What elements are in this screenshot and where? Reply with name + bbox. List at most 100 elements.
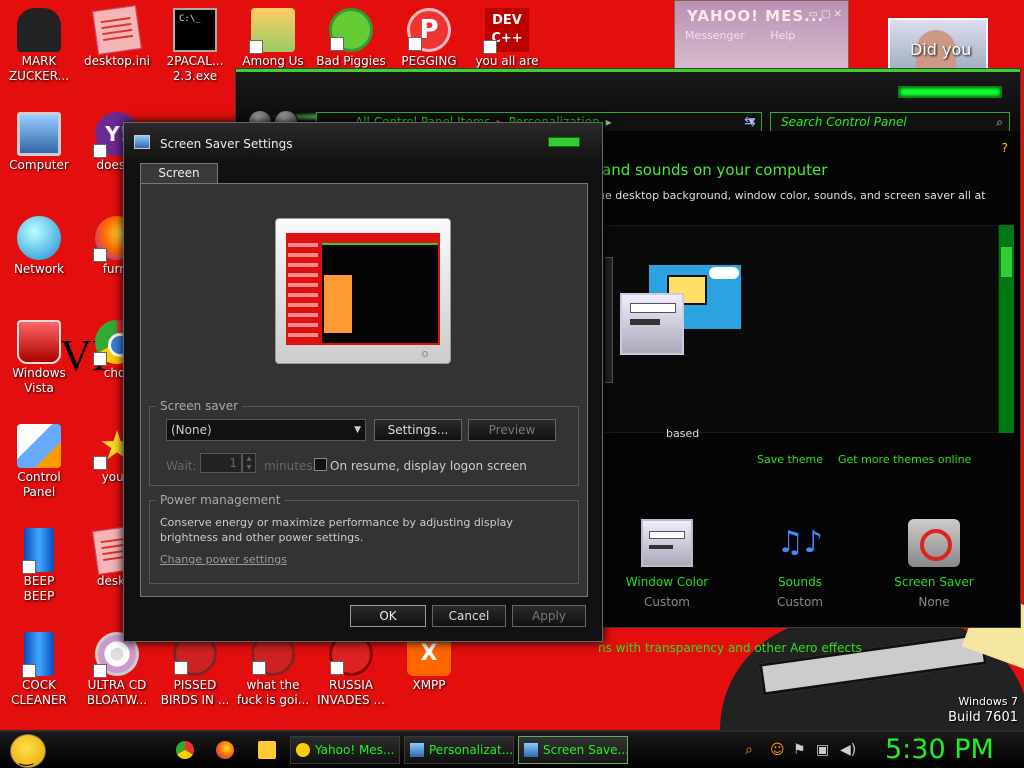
themes-scrollbar[interactable]: [998, 225, 1014, 433]
wait-label: Wait:: [166, 459, 197, 473]
menu-messenger[interactable]: Messenger: [685, 29, 745, 42]
aero-effects-link[interactable]: ns with transparency and other Aero effe…: [598, 641, 862, 655]
tab-screen-saver[interactable]: Screen Saver: [140, 163, 218, 198]
search-icon[interactable]: ⌕: [996, 113, 1003, 131]
selected-value: (None): [171, 423, 212, 437]
computer-icon: [17, 112, 61, 156]
close-button[interactable]: [548, 137, 580, 147]
yahoo-messenger-window[interactable]: YAHOO! MES... ▭ □ ✕ Messenger Help: [674, 0, 849, 72]
screen-saver-select[interactable]: (None) ▼: [166, 419, 366, 441]
scrollbar-thumb[interactable]: [1001, 247, 1012, 277]
yahoo-smiley-icon: [296, 743, 310, 757]
recycle-bin-icon: [17, 320, 61, 364]
theme-window-icon: [620, 293, 684, 355]
get-more-themes-link[interactable]: Get more themes online: [838, 453, 971, 466]
icon-label: Bad Piggies: [316, 54, 386, 68]
change-power-settings-link[interactable]: Change power settings: [160, 553, 287, 566]
cancel-button[interactable]: Cancel: [432, 605, 506, 627]
network-icon[interactable]: ▣: [816, 742, 829, 758]
taskbar-label: Yahoo! Mes...: [315, 743, 395, 757]
menu-help[interactable]: Help: [770, 29, 795, 42]
desktop-icon-ultra-cd[interactable]: ULTRA CD BLOATW...: [78, 632, 156, 708]
desktop-icon-what-the[interactable]: what the fuck is goi...: [234, 632, 312, 708]
desktop-icon-russia-invades[interactable]: RUSSIA INVADES ...: [312, 632, 390, 708]
desktop-icon-computer[interactable]: Computer: [0, 112, 78, 173]
page-title: and sounds on your computer: [602, 161, 828, 179]
control-panel-icon: [17, 424, 61, 468]
search-icon[interactable]: ⌕: [745, 742, 753, 758]
chrome-icon[interactable]: [176, 741, 194, 759]
option-value: Custom: [777, 595, 823, 609]
p-icon: P: [407, 8, 451, 52]
yahoo-menu: Messenger Help: [685, 29, 817, 42]
window-color-icon: [641, 519, 693, 567]
preview-button[interactable]: Preview: [468, 419, 556, 441]
page-subtitle: he desktop background, window color, sou…: [598, 189, 986, 202]
desktop-icon-network[interactable]: Network: [0, 216, 78, 277]
taskbar-yahoo-messenger[interactable]: Yahoo! Mes...: [290, 736, 400, 764]
desktop-icon-desktop-ini[interactable]: desktop.ini: [78, 5, 156, 69]
start-button[interactable]: [10, 734, 46, 768]
option-value: None: [918, 595, 950, 609]
desktop-icon-bad-piggies[interactable]: Bad Piggies: [312, 8, 390, 69]
desktop-icon-recycle-bin[interactable]: Windows Vista: [0, 320, 78, 396]
ok-button[interactable]: OK: [350, 605, 426, 627]
icon-label: you all are: [475, 54, 539, 68]
desktop-icon-mark-zucker[interactable]: MARK ZUCKER...: [0, 8, 78, 84]
folder-icon[interactable]: [258, 741, 276, 759]
icon-label: 2PACAL... 2.3.exe: [166, 54, 224, 83]
yahoo-tray-icon[interactable]: ☺: [770, 742, 785, 758]
monitor-icon: [524, 743, 538, 757]
icon-label: PISSED BIRDS IN ...: [160, 678, 230, 707]
wait-input[interactable]: 1: [200, 453, 242, 473]
icon-label: Among Us: [242, 54, 304, 68]
theme-name[interactable]: based: [666, 427, 699, 440]
volume-icon[interactable]: ◀): [840, 742, 856, 758]
desktop-icon-control-panel[interactable]: Control Panel: [0, 424, 78, 500]
blue-file-icon: [22, 632, 54, 678]
desktop-icon-cock-cleaner[interactable]: COCK CLEANER: [0, 632, 78, 708]
windows-watermark: Windows 7 Build 7601: [948, 694, 1018, 726]
taskbar-label: Personalizat...: [429, 743, 514, 757]
icon-label: XMPP: [412, 678, 446, 692]
desktop-icon-2pacal[interactable]: 2PACAL... 2.3.exe: [156, 8, 234, 84]
taskbar-personalization[interactable]: Personalizat...: [404, 736, 514, 764]
group-title: Screen saver: [156, 399, 243, 413]
apply-button[interactable]: Apply: [512, 605, 586, 627]
save-theme-link[interactable]: Save theme: [757, 453, 823, 466]
minutes-label: minutes: [264, 459, 313, 473]
dev-cpp-icon: DEV C++: [483, 8, 529, 54]
desktop-icon-beep-beep[interactable]: BEEP BEEP: [0, 528, 78, 604]
sounds-option[interactable]: ♫♪ Sounds Custom: [750, 519, 850, 609]
wait-stepper[interactable]: ▲ ▼: [242, 453, 256, 473]
window-controls[interactable]: ▭ □ ✕: [808, 9, 842, 20]
firefox-icon[interactable]: [216, 741, 234, 759]
settings-button[interactable]: Settings...: [374, 419, 462, 441]
screen-saver-preview: [275, 218, 451, 364]
globe-icon: [17, 216, 61, 260]
window-color-option[interactable]: Window Color Custom: [617, 519, 717, 609]
icon-label: Windows Vista: [12, 366, 66, 395]
power-management-group: Power management Conserve energy or maxi…: [149, 493, 579, 584]
window-controls[interactable]: [898, 86, 1002, 98]
resume-checkbox[interactable]: [314, 458, 327, 471]
desktop-icon-among-us[interactable]: Among Us: [234, 8, 312, 69]
tab-panel: Screen saver (None) ▼ Settings... Previe…: [140, 183, 588, 597]
search-input[interactable]: Search Control Panel ⌕: [770, 112, 1010, 132]
help-icon[interactable]: ?: [1002, 141, 1008, 155]
taskbar-clock[interactable]: 5:30 PM: [885, 732, 994, 768]
blue-file-icon: [22, 528, 54, 574]
option-name: Screen Saver: [894, 575, 974, 589]
watermark-os: Windows 7: [958, 695, 1018, 708]
cmd-icon: [173, 8, 217, 52]
avatar-caption: Did you: [910, 40, 972, 59]
screen-saver-option[interactable]: Screen Saver None: [884, 519, 984, 609]
desktop-icon-you-all-are[interactable]: DEV C++ you all are: [468, 8, 546, 69]
refresh-icon[interactable]: ⇆: [744, 114, 756, 130]
action-center-icon[interactable]: ⚑: [793, 742, 806, 758]
desktop-icon-pegging[interactable]: P PEGGING: [390, 8, 468, 69]
desktop-icon-pissed-birds[interactable]: PISSED BIRDS IN ...: [156, 632, 234, 708]
taskbar-screen-saver[interactable]: Screen Save...: [518, 736, 628, 764]
option-value: Custom: [644, 595, 690, 609]
monitor-icon: [410, 743, 424, 757]
